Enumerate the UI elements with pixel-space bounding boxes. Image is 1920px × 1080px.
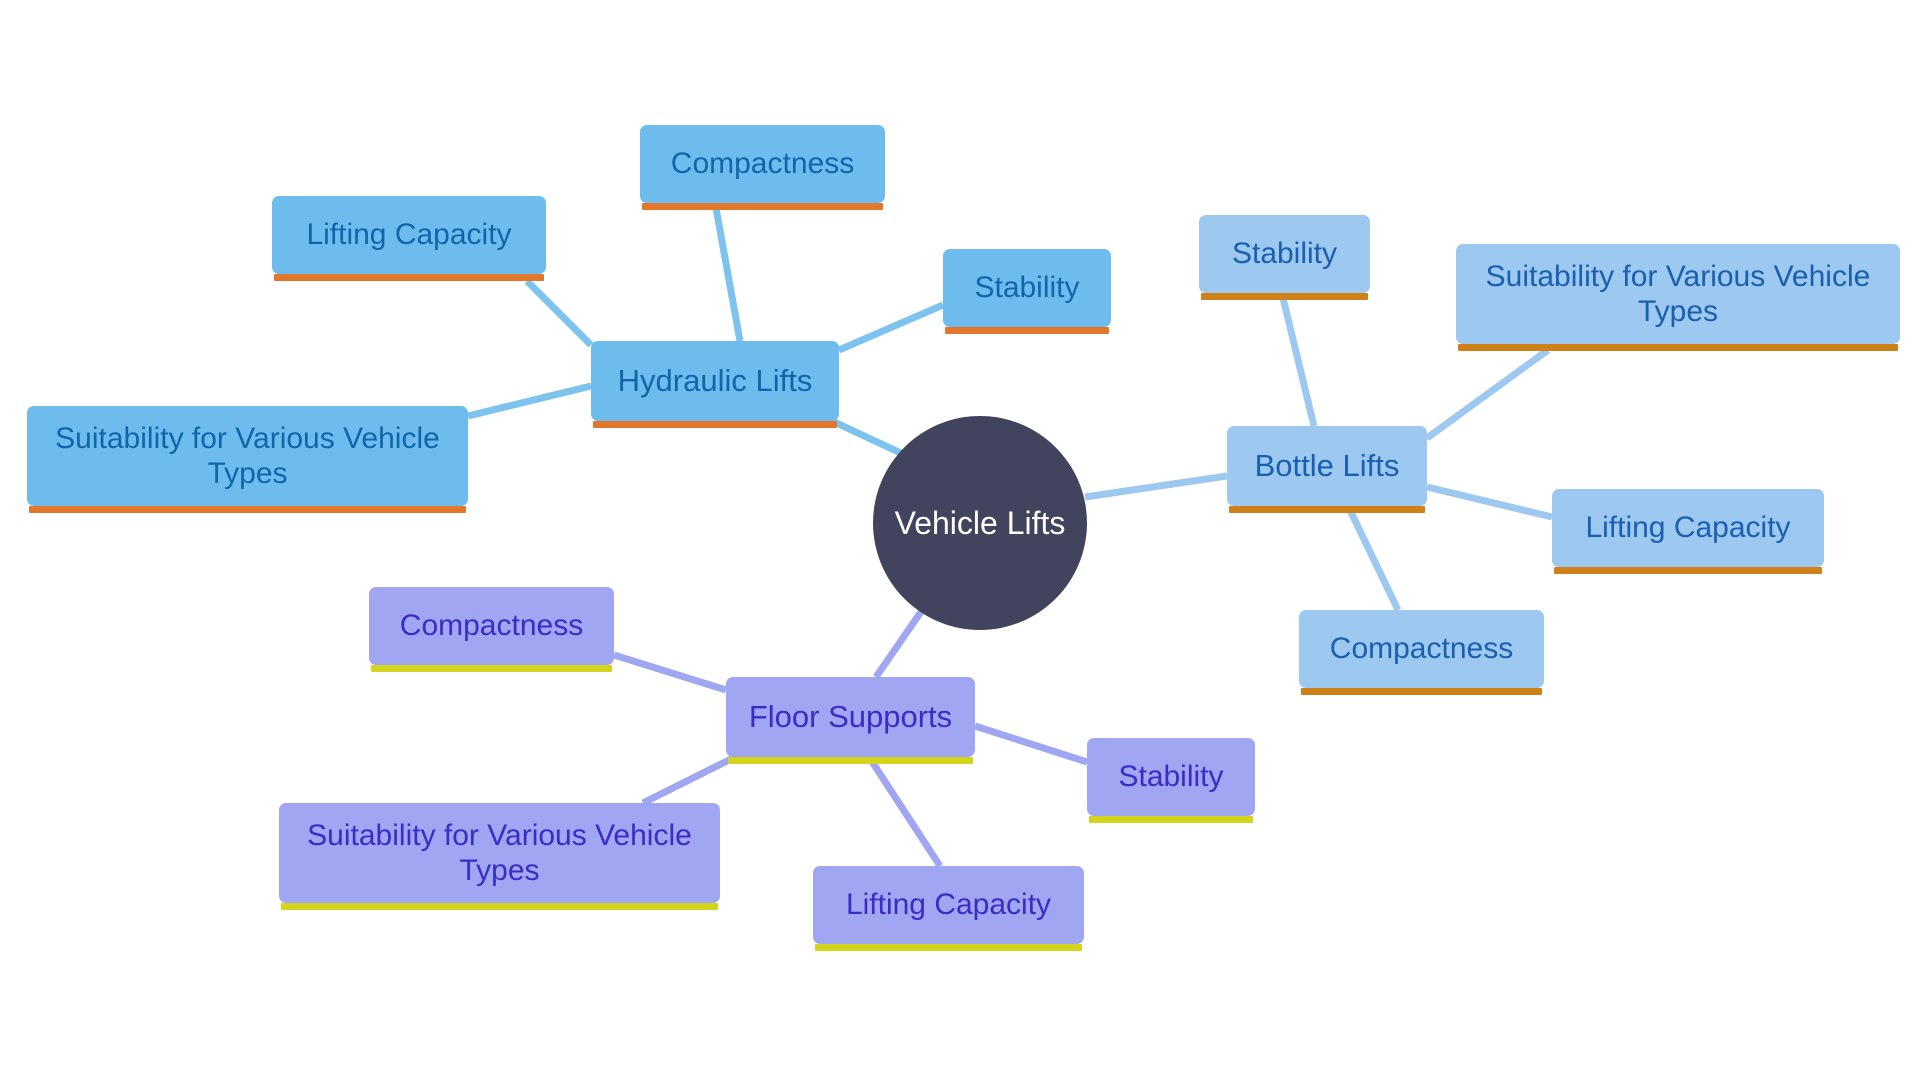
node-label: Lifting Capacity xyxy=(306,218,512,252)
node-bottle-lifting[interactable]: Lifting Capacity xyxy=(1552,489,1824,574)
node-floor-compactness[interactable]: Compactness xyxy=(369,587,614,672)
center-node-label: Vehicle Lifts xyxy=(894,504,1066,541)
node-label: Compactness xyxy=(1329,632,1514,666)
node-bottle-main[interactable]: Bottle Lifts xyxy=(1227,426,1427,513)
edge-hydraulic_main-to-hydraulic_compactness xyxy=(712,207,744,342)
node-floor-main[interactable]: Floor Supports xyxy=(726,677,975,764)
node-label: Suitability for Various Vehicle Types xyxy=(55,421,440,490)
node-hydraulic-stability[interactable]: Stability xyxy=(943,249,1111,334)
node-label: Suitability for Various Vehicle Types xyxy=(307,818,692,887)
edge-floor_main-to-floor_lifting xyxy=(866,755,943,868)
edge-bottle_main-to-bottle_compactness xyxy=(1344,504,1402,612)
node-floor-suitability[interactable]: Suitability for Various Vehicle Types xyxy=(279,803,720,910)
edge-hydraulic_main-to-hydraulic_suitability xyxy=(467,382,592,420)
node-label: Suitability for Various Vehicle Types xyxy=(1485,259,1871,328)
edge-floor_main-to-floor_stability xyxy=(973,722,1089,766)
node-label: Stability xyxy=(1118,760,1224,794)
edge-floor_main-to-floor_compactness xyxy=(612,651,728,694)
node-bottle-suitability[interactable]: Suitability for Various Vehicle Types xyxy=(1456,244,1900,351)
node-label: Bottle Lifts xyxy=(1254,447,1400,483)
node-label: Lifting Capacity xyxy=(845,888,1052,922)
node-label: Compactness xyxy=(670,147,855,181)
edge-hydraulic_main-to-hydraulic_stability xyxy=(837,301,945,354)
node-hydraulic-main[interactable]: Hydraulic Lifts xyxy=(591,341,839,428)
edge-bottle_main-to-bottle_stability xyxy=(1279,297,1318,427)
edge-bottle_main-to-bottle_lifting xyxy=(1426,483,1553,521)
node-floor-lifting[interactable]: Lifting Capacity xyxy=(813,866,1084,951)
edge-center-to-bottle_main xyxy=(1084,472,1228,501)
edge-floor_main-to-floor_suitability xyxy=(641,753,737,807)
edge-bottle_main-to-bottle_suitability xyxy=(1424,347,1551,441)
node-label: Hydraulic Lifts xyxy=(617,362,813,398)
node-label: Lifting Capacity xyxy=(1585,511,1791,545)
node-label: Stability xyxy=(1231,237,1338,271)
node-bottle-compactness[interactable]: Compactness xyxy=(1299,610,1544,695)
node-label: Compactness xyxy=(399,609,584,643)
node-floor-stability[interactable]: Stability xyxy=(1087,738,1255,823)
mindmap-canvas: Vehicle Lifts Compactness Lifting Capacit… xyxy=(0,0,1920,1080)
node-label: Floor Supports xyxy=(748,698,953,734)
center-node-vehicle-lifts[interactable]: Vehicle Lifts xyxy=(873,416,1087,630)
node-hydraulic-compactness[interactable]: Compactness xyxy=(640,125,885,210)
node-bottle-stability[interactable]: Stability xyxy=(1199,215,1370,300)
edge-hydraulic_main-to-hydraulic_lifting xyxy=(524,278,594,348)
edge-center-to-floor_main xyxy=(873,604,928,679)
node-hydraulic-lifting[interactable]: Lifting Capacity xyxy=(272,196,546,281)
node-hydraulic-suitability[interactable]: Suitability for Various Vehicle Types xyxy=(27,406,468,513)
edge-center-to-hydraulic_main xyxy=(828,416,907,459)
node-label: Stability xyxy=(974,271,1080,305)
